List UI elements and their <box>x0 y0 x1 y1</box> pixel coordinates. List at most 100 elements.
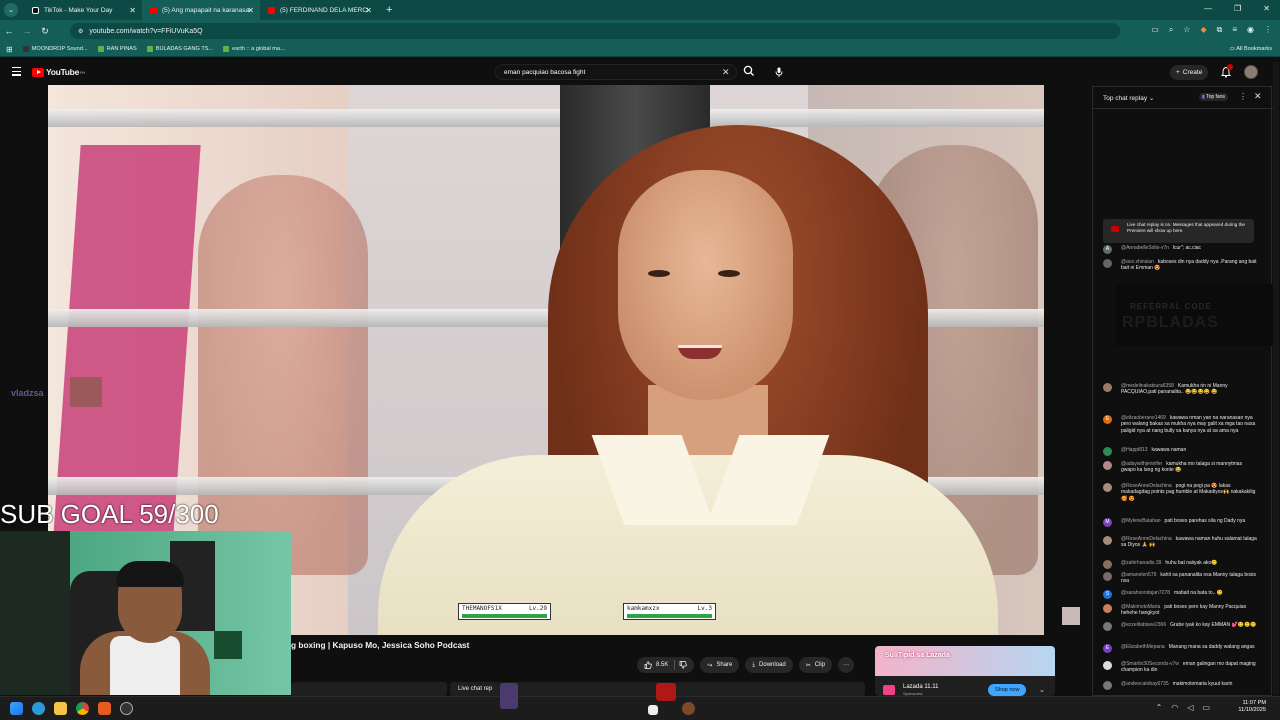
close-tab-icon[interactable]: ✕ <box>365 6 372 15</box>
close-tab-icon[interactable]: ✕ <box>129 6 136 15</box>
chat-avatar[interactable] <box>1103 536 1112 545</box>
chat-avatar[interactable] <box>1103 259 1112 268</box>
chat-author[interactable]: @andeecatobay6735 <box>1121 681 1169 687</box>
chat-message: @ezzelitabisee2366 Grabe iyak ko kay EMMA… <box>1103 622 1258 631</box>
chevron-down-icon[interactable]: ⌄ <box>1039 686 1045 694</box>
close-window-icon[interactable]: ✕ <box>1263 4 1270 13</box>
new-tab-icon[interactable]: + <box>386 4 392 16</box>
search-input[interactable]: eman pacquiao bacosa fight <box>495 64 737 80</box>
tab-search-icon[interactable]: ⌄ <box>4 3 18 17</box>
more-actions-button[interactable]: ··· <box>838 657 855 673</box>
sponsored-ad[interactable]: SuliTipid sa Lazada Lazada 11.11 Sponsor… <box>875 646 1055 696</box>
file-explorer-icon[interactable] <box>54 702 67 715</box>
bookmark-item[interactable]: RAN PINAS <box>97 46 137 52</box>
back-icon[interactable]: ← <box>0 26 18 36</box>
battery-icon[interactable]: ▭ <box>1202 703 1210 712</box>
bookmark-star-icon[interactable]: ☆ <box>1183 25 1190 35</box>
chat-author[interactable]: @ezzelitabisee2366 <box>1121 622 1166 628</box>
chat-author[interactable]: @ElizabethMepana <box>1121 644 1165 650</box>
download-icon: ⤓ <box>752 661 756 668</box>
extension-icon[interactable]: ◆ <box>1200 25 1206 35</box>
pixel-sprite-icon <box>656 683 676 701</box>
tab-youtube-ferdinand[interactable]: (5) FERDINAND DELA MERCED ✕ <box>260 0 378 20</box>
video-actions: 8.5K ↪ Share ⤓ Download ✂ Clip ··· <box>637 657 855 673</box>
close-chat-icon[interactable]: ✕ <box>1254 91 1262 102</box>
shop-now-button[interactable]: Shop now <box>988 684 1027 696</box>
thumbs-down-icon[interactable] <box>679 661 688 669</box>
chat-author[interactable]: @amanelen579 <box>1121 572 1156 578</box>
bookmark-item[interactable]: earth :: a global ma... <box>223 46 285 52</box>
chat-author[interactable]: @MakimotoMaria <box>1121 604 1160 610</box>
chat-author[interactable]: @sarahsondajan7278 <box>1121 590 1170 596</box>
streaming-app-icon[interactable] <box>98 702 111 715</box>
apps-grid-icon[interactable]: ⊞ <box>6 45 13 54</box>
hamburger-menu-icon[interactable] <box>12 67 21 78</box>
like-button[interactable]: 8.5K <box>637 657 695 673</box>
chat-message: @amanelen579 kahit sa pananalita nsa Mann… <box>1103 572 1258 585</box>
tab-youtube-active[interactable]: (5) Ang mapapait na karanasan ✕ <box>142 0 260 20</box>
bookmarks-bar: ⊞ MOONDROP Sound... RAN PINAS BULADAS GA… <box>0 42 1280 57</box>
extensions-puzzle-icon[interactable]: ⧉ <box>1217 25 1223 35</box>
chrome-icon[interactable] <box>76 702 89 715</box>
all-bookmarks-button[interactable]: ▭ All Bookmarks <box>1230 46 1272 52</box>
maximize-icon[interactable]: ❐ <box>1234 4 1241 13</box>
chat-avatar[interactable] <box>1103 447 1112 456</box>
chat-author[interactable]: @AnnabelleSolis-v7n <box>1121 245 1169 251</box>
chat-avatar[interactable] <box>1103 572 1112 581</box>
windows-start-icon[interactable] <box>10 702 23 715</box>
chat-author[interactable]: @Smartin30Seconds-v7w <box>1121 661 1179 667</box>
app-icon[interactable] <box>120 702 133 715</box>
profile-icon[interactable]: ◉ <box>1247 25 1254 35</box>
edge-icon[interactable] <box>32 702 45 715</box>
page-scrollbar[interactable] <box>1273 62 1279 694</box>
person-eye <box>718 270 740 277</box>
chat-mode-dropdown[interactable]: Top chat replay ⌄ <box>1103 94 1154 102</box>
account-avatar[interactable] <box>1244 65 1258 79</box>
forward-icon[interactable]: → <box>18 26 36 36</box>
wifi-icon[interactable]: ◠ <box>1171 703 1178 712</box>
chat-avatar[interactable] <box>1103 483 1112 492</box>
url-input[interactable]: ⚙ youtube.com/watch?v=FFiUVuKa5Q <box>70 23 1120 39</box>
microphone-icon[interactable] <box>773 66 785 78</box>
chat-avatar[interactable]: A <box>1103 245 1112 254</box>
bookmark-item[interactable]: MOONDROP Sound... <box>22 46 88 52</box>
chat-author[interactable]: @MyleneBulahao <box>1121 518 1161 524</box>
chat-avatar[interactable] <box>1103 681 1112 690</box>
cast-icon[interactable]: ▭ <box>1151 25 1159 35</box>
clip-button[interactable]: ✂ Clip <box>798 657 833 673</box>
bookmark-item[interactable]: BULADAS GANG TS... <box>146 46 213 52</box>
chat-avatar[interactable] <box>1103 604 1112 613</box>
chat-avatar[interactable] <box>1103 622 1112 631</box>
youtube-logo[interactable]: YouTube PH <box>32 67 85 77</box>
chat-avatar[interactable]: E <box>1103 415 1112 424</box>
clear-search-icon[interactable]: ✕ <box>722 67 730 78</box>
system-clock[interactable]: 11:07 PM 11/10/2025 <box>1238 700 1266 714</box>
reload-icon[interactable]: ↻ <box>36 26 54 37</box>
download-button[interactable]: ⤓ Download <box>745 657 793 673</box>
top-fans-button[interactable]: ▮ Top fans <box>1199 93 1228 101</box>
tab-tiktok[interactable]: TikTok - Make Your Day ✕ <box>24 0 142 20</box>
chat-avatar[interactable]: M <box>1103 518 1112 527</box>
media-icon[interactable]: ≡ <box>1232 25 1237 35</box>
chat-author[interactable]: @zahirhanadis.39 <box>1121 560 1161 566</box>
speaker-icon[interactable]: ◁ <box>1187 703 1193 712</box>
share-button[interactable]: ↪ Share <box>700 657 740 673</box>
chat-avatar[interactable] <box>1103 383 1112 392</box>
close-tab-icon[interactable]: ✕ <box>247 6 254 15</box>
chevron-up-icon[interactable]: ⌃ <box>1156 703 1163 712</box>
browser-menu-icon[interactable]: ⋮ <box>1264 25 1272 35</box>
chat-avatar[interactable] <box>1103 661 1112 670</box>
create-button[interactable]: + Create <box>1170 65 1209 80</box>
chat-avatar[interactable] <box>1103 560 1112 569</box>
chat-avatar[interactable]: S <box>1103 590 1112 599</box>
chat-author[interactable]: @Happi813 <box>1121 447 1147 453</box>
chat-author[interactable]: @elizaoberano1469 <box>1121 415 1166 421</box>
chat-avatar[interactable]: E <box>1103 644 1112 653</box>
zoom-icon[interactable]: ⌕ <box>1169 25 1173 35</box>
site-info-icon[interactable]: ⚙ <box>78 28 83 35</box>
chat-avatar[interactable] <box>1103 461 1112 470</box>
minimize-icon[interactable]: — <box>1204 4 1212 13</box>
chat-scrollbar[interactable] <box>1267 111 1271 691</box>
search-icon[interactable] <box>742 64 756 78</box>
chat-more-icon[interactable]: ⋮ <box>1239 92 1247 101</box>
